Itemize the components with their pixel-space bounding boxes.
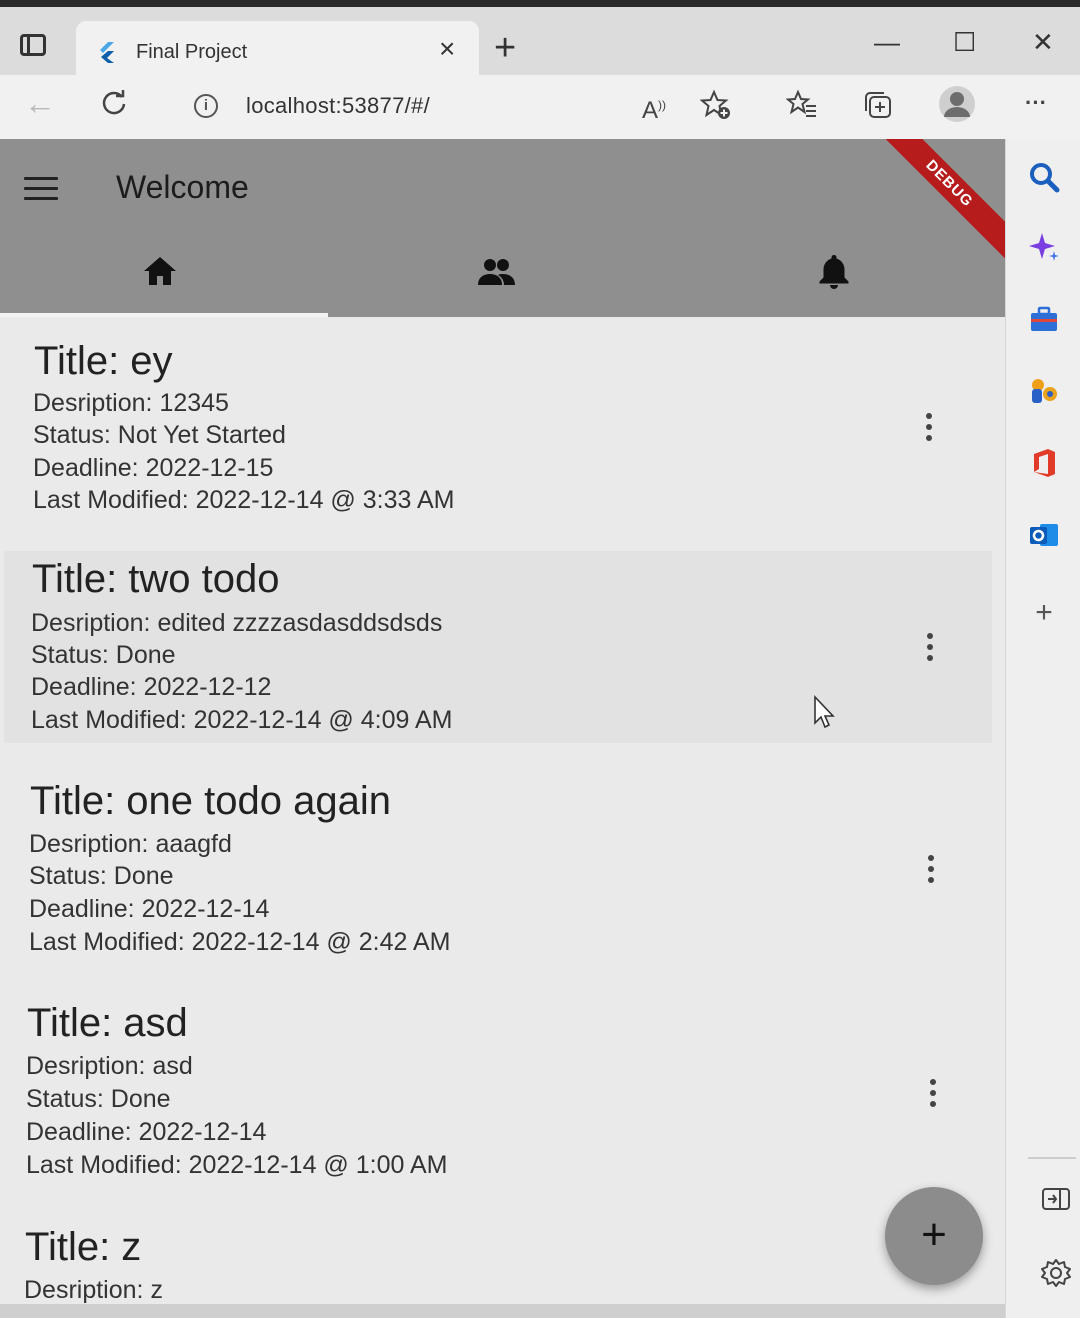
hide-sidebar-icon[interactable]: [1040, 1183, 1072, 1215]
todo-deadline: Deadline: 2022-12-12: [31, 673, 272, 701]
todo-deadline: Deadline: 2022-12-15: [33, 454, 274, 482]
todo-status: Status: Done: [26, 1085, 171, 1113]
selected-tab-indicator: [0, 313, 328, 317]
people-icon[interactable]: [476, 251, 516, 291]
todo-description: Desription: asd: [26, 1052, 193, 1080]
flutter-icon: [100, 42, 114, 63]
todo-description: Desription: aaagfd: [29, 830, 232, 858]
todo-description: Desription: z: [24, 1276, 163, 1304]
window-bottom-edge: [0, 1304, 1005, 1318]
todo-status: Status: Done: [29, 862, 174, 890]
more-vert-icon[interactable]: [924, 633, 936, 663]
todo-list-item[interactable]: Title: two todo Desription: edited zzzza…: [4, 551, 992, 743]
todo-status: Status: Done: [31, 641, 176, 669]
todo-title: Title: two todo: [32, 557, 280, 601]
todo-list-item[interactable]: Title: ey Desription: 12345 Status: Not …: [0, 329, 992, 521]
sidebar-divider: [1028, 1157, 1076, 1159]
site-info-icon[interactable]: i: [194, 94, 218, 118]
refresh-icon[interactable]: [100, 89, 128, 117]
todo-last-modified: Last Modified: 2022-12-14 @ 3:33 AM: [33, 486, 455, 514]
url-text[interactable]: localhost:53877/#/: [246, 93, 430, 119]
minimize-button[interactable]: —: [874, 29, 900, 55]
todo-deadline: Deadline: 2022-12-14: [29, 895, 270, 923]
todo-title: Title: one todo again: [30, 779, 391, 823]
home-icon[interactable]: [140, 251, 180, 291]
todo-last-modified: Last Modified: 2022-12-14 @ 4:09 AM: [31, 706, 453, 734]
maximize-button[interactable]: ☐: [953, 29, 976, 55]
add-favorite-icon[interactable]: [700, 89, 732, 121]
todo-description: Desription: 12345: [33, 389, 229, 417]
tools-icon[interactable]: [1028, 303, 1060, 335]
outlook-icon[interactable]: [1028, 519, 1060, 551]
games-icon[interactable]: [1028, 375, 1060, 407]
menu-icon[interactable]: [24, 177, 58, 201]
add-icon[interactable]: +: [1028, 597, 1060, 629]
todo-list-item[interactable]: Title: asd Desription: asd Status: Done …: [0, 995, 992, 1187]
read-aloud-icon[interactable]: A)): [638, 89, 670, 124]
todo-description: Desription: edited zzzzasdasddsdsds: [31, 609, 443, 637]
collections-icon[interactable]: [862, 89, 894, 121]
add-todo-button[interactable]: +: [885, 1187, 983, 1285]
favorites-icon[interactable]: [786, 89, 818, 121]
office-icon[interactable]: [1028, 447, 1060, 479]
todo-status: Status: Not Yet Started: [33, 421, 286, 449]
flutter-app: Welcome DEBUG Title: ey Desription: 1234…: [0, 139, 1005, 1318]
back-icon[interactable]: ←: [24, 87, 56, 119]
copilot-icon[interactable]: [1028, 231, 1060, 263]
edge-sidebar: +: [1005, 139, 1080, 1318]
close-tab-icon[interactable]: ×: [439, 35, 455, 63]
more-vert-icon[interactable]: [923, 413, 935, 443]
browser-toolbar: ← i localhost:53877/#/ A)) ···: [0, 75, 1080, 139]
app-bar: Welcome DEBUG: [0, 139, 1005, 317]
more-icon[interactable]: ···: [1020, 87, 1052, 119]
browser-tab-strip: Final Project × + — ☐ ✕: [0, 7, 1080, 82]
mouse-cursor-icon: [814, 695, 835, 729]
settings-icon[interactable]: [1040, 1257, 1072, 1289]
todo-last-modified: Last Modified: 2022-12-14 @ 2:42 AM: [29, 928, 451, 956]
todo-title: Title: ey: [34, 339, 173, 383]
screen-top-edge: [0, 0, 1080, 7]
tab-actions-icon[interactable]: [14, 29, 54, 63]
todo-deadline: Deadline: 2022-12-14: [26, 1118, 267, 1146]
bell-icon[interactable]: [814, 251, 854, 291]
new-tab-button[interactable]: +: [494, 29, 516, 67]
todo-title: Title: asd: [27, 1001, 188, 1045]
search-icon[interactable]: [1028, 161, 1060, 193]
page-title: Welcome: [116, 169, 249, 205]
todo-list-item[interactable]: Title: one todo again Desription: aaagfd…: [0, 773, 992, 965]
todo-title: Title: z: [25, 1225, 142, 1269]
debug-banner: DEBUG: [869, 139, 1005, 264]
todo-last-modified: Last Modified: 2022-12-14 @ 1:00 AM: [26, 1151, 448, 1179]
profile-icon[interactable]: [938, 85, 976, 123]
more-vert-icon[interactable]: [925, 855, 937, 885]
tab-title: Final Project: [136, 41, 248, 63]
more-vert-icon[interactable]: [927, 1079, 939, 1109]
browser-tab[interactable]: Final Project ×: [76, 21, 479, 82]
close-window-button[interactable]: ✕: [1032, 29, 1054, 55]
